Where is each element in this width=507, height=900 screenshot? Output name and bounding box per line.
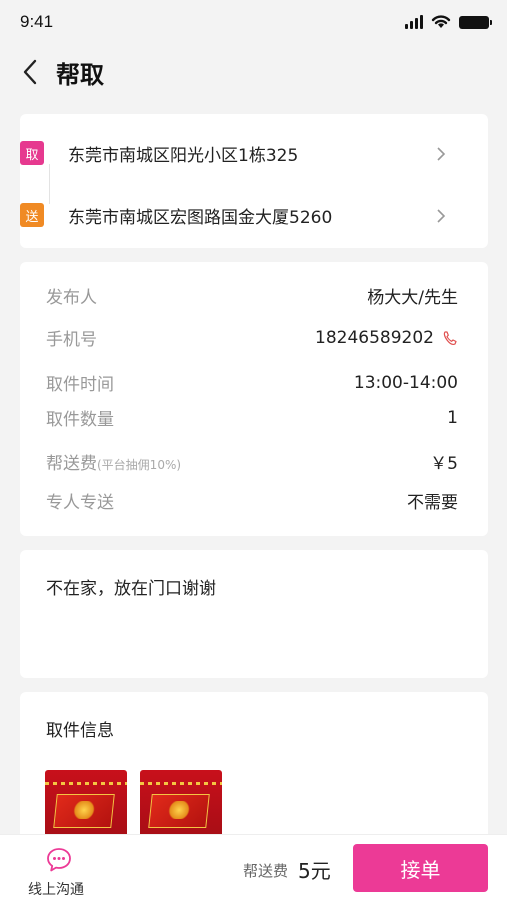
dropoff-address-row[interactable]: 送 东莞市南城区宏图路国金大厦5260 [0, 195, 468, 235]
status-icons [405, 15, 492, 29]
chevron-right-icon [437, 209, 446, 223]
pickup-time-value: 13:00-14:00 [353, 372, 458, 393]
phone-row: 手机号 18246589202 [46, 325, 458, 350]
fee-label: 帮送费 [46, 454, 97, 474]
publisher-row: 发布人 杨大大/先生 [46, 283, 458, 308]
bottom-fee-label: 帮送费 [243, 862, 289, 880]
bottom-fee-value: 5元 [298, 859, 331, 883]
phone-value-wrap[interactable]: 18246589202 [315, 328, 458, 348]
dedicated-label: 专人专送 [46, 493, 114, 513]
chat-bubble-icon [47, 848, 71, 872]
fee-value: ￥5 [430, 454, 458, 474]
signal-icon [405, 15, 423, 29]
pickup-info-title: 取件信息 [46, 721, 114, 741]
publisher-label: 发布人 [46, 288, 97, 308]
fee-row: 帮送费(平台抽佣10%) ￥5 [46, 449, 458, 474]
dedicated-value: 不需要 [407, 493, 458, 513]
commission-note: (平台抽佣10%) [97, 458, 182, 472]
quantity-value: 1 [447, 407, 458, 428]
remark-text: 不在家，放在门口谢谢 [46, 579, 216, 599]
pickup-address-row[interactable]: 取 东莞市南城区阳光小区1栋325 [0, 133, 468, 173]
pickup-time-label: 取件时间 [46, 375, 114, 395]
chevron-left-icon [23, 59, 37, 85]
nav-bar: 帮取 [0, 52, 507, 92]
phone-label: 手机号 [46, 330, 97, 350]
wifi-icon [431, 15, 451, 28]
back-button[interactable] [16, 52, 44, 92]
bottom-action-bar: 线上沟通 帮送费 5元 接单 [0, 834, 507, 900]
remark-card [20, 550, 488, 678]
online-chat-button[interactable]: 线上沟通 [22, 843, 94, 898]
battery-icon [459, 15, 492, 29]
dropoff-address: 东莞市南城区宏图路国金大厦5260 [68, 207, 333, 228]
dedicated-row: 专人专送 不需要 [46, 488, 458, 513]
dropoff-tag: 送 [20, 203, 44, 227]
chevron-right-icon [437, 147, 446, 161]
phone-number: 18246589202 [315, 327, 434, 348]
page-title: 帮取 [56, 60, 104, 89]
pickup-time-row: 取件时间 13:00-14:00 [46, 370, 458, 396]
publisher-value: 杨大大/先生 [367, 288, 458, 308]
fee-label-wrap: 帮送费(平台抽佣10%) [46, 449, 181, 474]
quantity-row: 取件数量 1 [46, 405, 458, 431]
quantity-label: 取件数量 [46, 410, 114, 430]
online-chat-label: 线上沟通 [28, 882, 84, 898]
pickup-address: 东莞市南城区阳光小区1栋325 [68, 145, 299, 166]
pickup-tag: 取 [20, 141, 44, 165]
accept-order-button[interactable]: 接单 [353, 844, 488, 892]
phone-icon[interactable] [442, 330, 458, 346]
status-time: 9:41 [20, 12, 54, 31]
status-bar: 9:41 [0, 0, 507, 44]
